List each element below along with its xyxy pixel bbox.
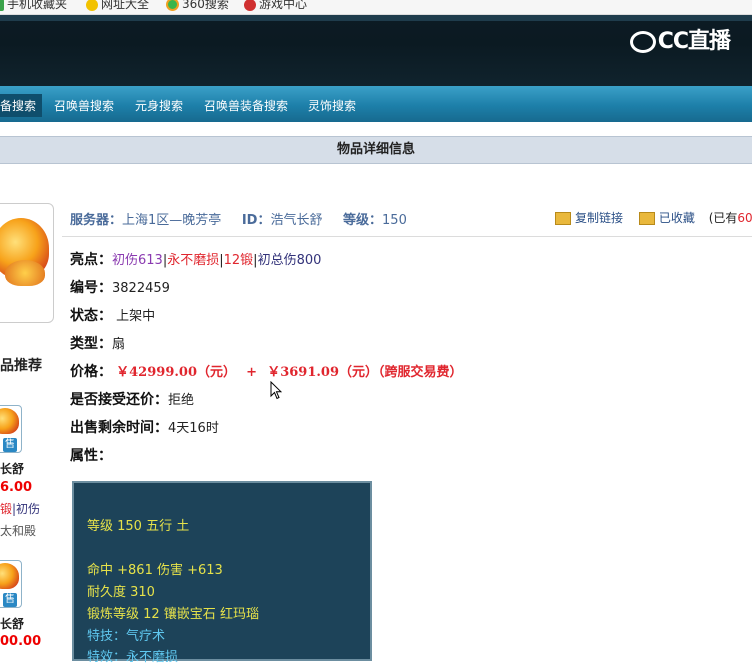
item-thumbnail bbox=[0, 203, 54, 323]
attribute-line: 特效：永不磨损 bbox=[87, 650, 179, 665]
bookmark-label: 手机收藏夹 bbox=[7, 0, 68, 11]
recommend-item-tags: 锻|初伤 bbox=[0, 500, 40, 517]
fav-count-value: 60 bbox=[737, 211, 752, 225]
highlight-tag: 初总伤800 bbox=[257, 253, 322, 268]
status-label: 状态： bbox=[70, 308, 112, 324]
nav-item-pet-search[interactable]: 召唤兽搜索 bbox=[54, 97, 114, 114]
cloud-icon bbox=[629, 31, 656, 53]
tag: |初伤 bbox=[12, 502, 41, 516]
recommend-item-price: 6.00 bbox=[0, 480, 33, 495]
highlight-tag: 永不磨损 bbox=[167, 253, 220, 268]
highlights-row: 亮点：初伤613|永不磨损|12锻|初总伤800 bbox=[70, 249, 321, 269]
link-icon bbox=[555, 212, 571, 225]
attributes-box: 等级 150 五行 土 命中 +861 伤害 +613 耐久度 310 锻炼等级… bbox=[72, 481, 372, 665]
attributes-row: 属性： bbox=[70, 445, 112, 465]
logo-text: CC直播 bbox=[657, 29, 731, 54]
bookmark-mobile-favorites[interactable]: 手机收藏夹 bbox=[0, 0, 67, 12]
status-value: 上架中 bbox=[116, 309, 156, 324]
status-row: 状态： 上架中 bbox=[70, 305, 155, 325]
counter-offer-row: 是否接受还价：拒绝 bbox=[70, 389, 194, 409]
level-label: 等级： bbox=[343, 213, 383, 228]
plus-icon bbox=[86, 0, 98, 11]
price-value: ￥42999.00（元） bbox=[116, 365, 236, 380]
fan-image-detail bbox=[5, 260, 45, 286]
counter-offer-value: 拒绝 bbox=[168, 393, 195, 408]
recommend-title: 品推荐 bbox=[0, 358, 42, 374]
item-info-row: 服务器：上海1区—晚芳亭 ID：浩气长舒 等级：150 bbox=[70, 209, 407, 228]
attribute-line: 特技：气疗术 bbox=[87, 629, 166, 644]
highlight-tag: 初伤613 bbox=[112, 253, 163, 268]
code-row: 编号：3822459 bbox=[70, 277, 170, 297]
recommend-item-name[interactable]: 长舒 bbox=[0, 460, 24, 477]
bookmark-game-center[interactable]: 游戏中心 bbox=[244, 0, 307, 12]
id-value: 浩气长舒 bbox=[270, 213, 323, 228]
nav-item-body-search[interactable]: 元身搜索 bbox=[135, 97, 183, 114]
attribute-line: 锻炼等级 12 镶嵌宝石 红玛瑙 bbox=[87, 607, 259, 622]
nav-item-pet-equipment-search[interactable]: 召唤兽装备搜索 bbox=[204, 97, 288, 114]
recommend-item-thumb[interactable]: 售 bbox=[0, 560, 22, 608]
cc-live-logo[interactable]: CC直播 bbox=[629, 23, 731, 55]
remaining-time-value: 4天16时 bbox=[168, 421, 219, 436]
fee-value: ￥3691.09（元）（跨服交易费） bbox=[267, 365, 463, 380]
recommend-item-name[interactable]: 长舒 bbox=[0, 615, 24, 632]
divider bbox=[62, 236, 752, 237]
main-nav: 备搜索 召唤兽搜索 元身搜索 召唤兽装备搜索 灵饰搜索 bbox=[0, 86, 752, 122]
copy-link-button[interactable]: 复制链接 bbox=[555, 211, 623, 225]
fan-image bbox=[0, 563, 19, 589]
recommend-item-price: 00.00 bbox=[0, 634, 42, 649]
attributes-label: 属性： bbox=[70, 448, 112, 464]
favorite-label: 已收藏 bbox=[658, 211, 695, 225]
id-label: ID： bbox=[241, 213, 271, 228]
bookmark-url-directory[interactable]: 网址大全 bbox=[86, 0, 149, 12]
recommend-item-thumb[interactable]: 售 bbox=[0, 405, 22, 453]
copy-link-label: 复制链接 bbox=[575, 211, 624, 225]
sale-badge: 售 bbox=[3, 593, 17, 607]
bookmarks-bar: 手机收藏夹 网址大全 360搜索 游戏中心 bbox=[0, 0, 752, 15]
attribute-line: 等级 150 五行 土 bbox=[87, 519, 190, 534]
mouse-cursor-icon bbox=[270, 381, 282, 400]
price-label: 价格： bbox=[70, 364, 112, 380]
folder-star-icon bbox=[638, 212, 655, 225]
type-row: 类型：扇 bbox=[70, 333, 125, 353]
nav-item-equipment-search[interactable]: 备搜索 bbox=[0, 94, 43, 117]
favorite-count: (已有60人 bbox=[709, 211, 752, 225]
fan-image bbox=[0, 408, 19, 434]
remaining-time-label: 出售剩余时间： bbox=[70, 420, 168, 436]
counter-offer-label: 是否接受还价： bbox=[70, 392, 168, 408]
code-value: 3822459 bbox=[112, 281, 170, 296]
server-value: 上海1区—晚芳亭 bbox=[122, 213, 222, 228]
type-label: 类型： bbox=[70, 336, 112, 352]
sale-badge: 售 bbox=[3, 438, 17, 452]
bookmark-label: 游戏中心 bbox=[259, 0, 308, 11]
360-icon bbox=[166, 0, 179, 11]
attribute-line: 耐久度 310 bbox=[87, 585, 155, 600]
favorite-button[interactable]: 已收藏 bbox=[638, 211, 695, 225]
bookmark-label: 360搜索 bbox=[182, 0, 229, 11]
level-value: 150 bbox=[382, 213, 407, 228]
nav-item-ornament-search[interactable]: 灵饰搜索 bbox=[308, 97, 356, 114]
plus-sign: + bbox=[246, 365, 258, 380]
bookmark-360-search[interactable]: 360搜索 bbox=[166, 0, 229, 12]
page-title: 物品详细信息 bbox=[0, 136, 752, 164]
remaining-time-row: 出售剩余时间：4天16时 bbox=[70, 417, 219, 437]
attribute-line: 命中 +861 伤害 +613 bbox=[87, 563, 223, 578]
site-header: CC直播 bbox=[0, 15, 752, 86]
price-row: 价格： ￥42999.00（元） + ￥3691.09（元）（跨服交易费） bbox=[70, 361, 463, 381]
bookmark-label: 网址大全 bbox=[101, 0, 150, 11]
bookmark-icon bbox=[0, 0, 4, 11]
recommend-item-server: 太和殿 bbox=[0, 524, 37, 538]
highlight-label: 亮点： bbox=[70, 252, 112, 268]
tag: 锻 bbox=[0, 502, 13, 516]
code-label: 编号： bbox=[70, 280, 112, 296]
type-value: 扇 bbox=[112, 337, 126, 352]
item-actions: 复制链接 已收藏 (已有60人 bbox=[555, 209, 752, 226]
highlight-tag: 12锻 bbox=[223, 253, 254, 268]
game-icon bbox=[244, 0, 256, 11]
server-label: 服务器： bbox=[70, 213, 123, 228]
fav-count-prefix: (已有 bbox=[708, 211, 738, 225]
